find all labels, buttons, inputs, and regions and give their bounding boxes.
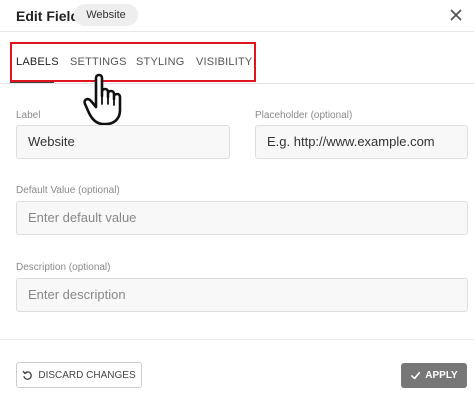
label-input[interactable]: Website	[16, 125, 230, 159]
hand-pointer-cursor-icon	[83, 73, 122, 126]
apply-label: APPLY	[425, 370, 458, 381]
label-caption: Label	[16, 110, 41, 121]
footer-divider	[0, 339, 474, 340]
default-value-input[interactable]: Enter default value	[16, 201, 468, 235]
check-icon	[411, 371, 421, 380]
placeholder-caption: Placeholder (optional)	[255, 110, 353, 121]
field-type-badge: Website	[74, 4, 138, 26]
close-icon	[450, 9, 462, 21]
undo-icon	[23, 370, 33, 380]
description-input[interactable]: Enter description	[16, 278, 468, 312]
placeholder-input[interactable]: E.g. http://www.example.com	[255, 125, 468, 159]
discard-changes-label: DISCARD CHANGES	[38, 369, 136, 381]
dialog-header: Edit Field Website	[0, 0, 474, 32]
default-value-caption: Default Value (optional)	[16, 185, 120, 196]
close-button[interactable]	[446, 5, 466, 25]
description-caption: Description (optional)	[16, 262, 111, 273]
tabs-highlight-annotation	[10, 42, 256, 82]
tab-bar: LABELS SETTINGS STYLING VISIBILITY	[0, 32, 474, 84]
dialog-title: Edit Field	[16, 8, 79, 24]
apply-button[interactable]: APPLY	[401, 363, 467, 388]
discard-changes-button[interactable]: DISCARD CHANGES	[16, 362, 142, 388]
